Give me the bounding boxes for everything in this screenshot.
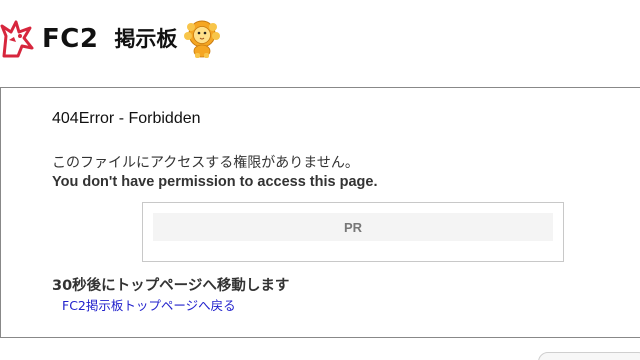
lion-mascot-icon (184, 20, 221, 58)
logo-board-text: 掲示板 (114, 26, 178, 51)
ad-label: PR (153, 213, 553, 241)
error-message-en: You don't have permission to access this… (52, 174, 378, 190)
fc2-unicorn-logo-icon (0, 20, 34, 58)
site-logo[interactable]: FC2 掲示板 (0, 14, 221, 64)
error-message-ja: このファイルにアクセスする権限がありません。 (52, 155, 359, 171)
logo-fc2-text: FC2 (42, 24, 99, 54)
page: FC2 掲示板 404Error - Forbidden このファイルにアクセス… (0, 0, 640, 360)
redirect-note: 30秒後にトップページへ移動します (52, 278, 290, 294)
error-panel: 404Error - Forbidden このファイルにアクセスする権限がありま… (0, 87, 640, 338)
error-title: 404Error - Forbidden (52, 110, 201, 127)
back-to-top-link[interactable]: FC2掲示板トップページへ戻る (62, 295, 236, 314)
ad-box: PR (142, 202, 564, 262)
corner-widget[interactable] (538, 352, 640, 360)
